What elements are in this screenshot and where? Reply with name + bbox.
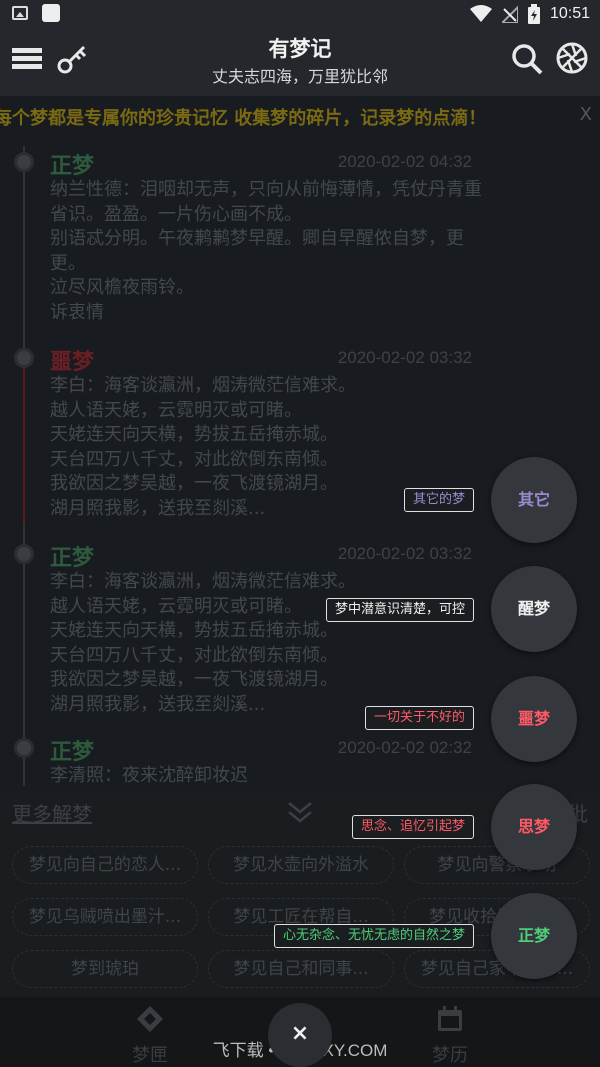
dream-type: 正梦 [50, 154, 95, 179]
fab-desc-other[interactable]: 其它的梦 [403, 488, 474, 512]
dream-suggestion-chip[interactable]: 梦见水壶向外溢水 [208, 846, 394, 884]
fab-longing-button[interactable]: 思梦 [491, 784, 577, 870]
dream-line: 泣尽风檐夜雨铃。 [50, 277, 194, 298]
dream-type: 噩梦 [50, 350, 95, 375]
dream-type: 正梦 [50, 740, 95, 765]
dream-line: 诉衷情 [50, 301, 104, 323]
timeline-dot [14, 544, 34, 564]
notice-marquee: 每个梦都是专属你的珍贵记忆 收集梦的碎片，记录梦的点滴！ X [0, 98, 600, 136]
fab-normal-button[interactable]: 正梦 [491, 893, 577, 979]
dream-suggestion-chip[interactable]: 梦见乌贼喷出墨汁... [12, 898, 198, 936]
aperture-icon [556, 42, 588, 74]
nav-item-dream-calendar[interactable]: 梦历 [410, 1005, 490, 1067]
fab-other-button[interactable]: 其它 [491, 457, 577, 543]
dream-line: 李白：海客谈瀛洲，烟涛微茫信难求。 [50, 375, 356, 396]
nav-item-label: 梦匣 [132, 1045, 168, 1066]
app-square-icon [42, 4, 60, 22]
chevron-down-icon[interactable] [286, 798, 314, 826]
search-icon [512, 44, 543, 75]
dream-suggestion-chip[interactable]: 梦到琥珀 [12, 950, 198, 988]
dream-line: 省识。盈盈。一片伤心画不成。 [50, 203, 302, 225]
dream-type: 正梦 [50, 546, 95, 571]
nav-item-label: 梦历 [432, 1045, 468, 1066]
dream-date: 2020-02-02 03:32 [337, 544, 472, 563]
status-time: 10:51 [549, 5, 590, 22]
timeline-highlight [23, 356, 25, 524]
close-fab-button[interactable]: × [268, 1003, 332, 1067]
fab-lucid-button[interactable]: 醒梦 [491, 566, 577, 652]
diamond-icon [137, 1006, 163, 1032]
marquee-text: 每个梦都是专属你的珍贵记忆 收集梦的碎片，记录梦的点滴！ [0, 108, 487, 129]
dream-date: 2020-02-02 03:32 [337, 348, 472, 367]
calendar-icon [438, 1006, 462, 1031]
nav-item-dream-box[interactable]: 梦匣 [110, 1005, 190, 1067]
fab-desc-longing[interactable]: 思念、追忆引起梦 [351, 815, 474, 839]
wifi-icon [469, 5, 492, 22]
timeline-dot [14, 738, 34, 758]
aperture-button[interactable] [556, 42, 592, 78]
dream-line: 纳兰性德：泪咽却无声，只向从前悔薄情，凭仗丹青重 [50, 179, 482, 200]
dream-line: 别语忒分明。午夜鹣鹣梦早醒。卿自早醒侬自梦，更 [50, 228, 464, 249]
dream-suggestion-chip[interactable]: 梦见向自己的恋人... [12, 846, 198, 884]
fab-desc-lucid[interactable]: 梦中潜意识清楚，可控 [325, 598, 474, 622]
dream-line: 天台四万八千丈，对此欲倒东南倾。 [50, 644, 338, 666]
dream-body: 李清照：夜来沈醉卸妆迟 [50, 764, 590, 784]
battery-icon [527, 4, 540, 24]
dream-suggestion-chip[interactable]: 梦见自己和同事... [208, 950, 394, 988]
fab-desc-nightmare[interactable]: 一切关于不好的 [364, 706, 474, 730]
dream-line: 天姥连天向天横，势拔五岳掩赤城。 [50, 424, 338, 445]
no-signal-icon [501, 5, 518, 23]
marquee-close-button[interactable]: X [580, 104, 592, 125]
dream-line: 李清照：夜来沈醉卸妆迟 [50, 765, 248, 784]
search-button[interactable] [510, 42, 546, 78]
image-icon [12, 6, 28, 20]
dream-date: 2020-02-02 02:32 [337, 738, 472, 757]
fab-desc-normal[interactable]: 心无杂念、无忧无虑的自然之梦 [273, 924, 474, 948]
dream-body: 纳兰性德：泪咽却无声，只向从前悔薄情，凭仗丹青重 省识。盈盈。一片伤心画不成。 … [50, 178, 590, 325]
dream-date: 2020-02-02 04:32 [337, 152, 472, 171]
dream-line: 越人语天姥，云霓明灭或可睹。 [50, 399, 302, 421]
dream-line: 更。 [50, 252, 86, 274]
fab-nightmare-button[interactable]: 噩梦 [491, 676, 577, 762]
timeline-dot [14, 152, 34, 172]
app-bar: 有梦记 丈夫志四海，万里犹比邻 [0, 30, 600, 96]
status-bar: 10:51 [0, 0, 600, 30]
timeline-dot [14, 348, 34, 368]
more-dreams-link[interactable]: 更多解梦 [12, 798, 92, 827]
